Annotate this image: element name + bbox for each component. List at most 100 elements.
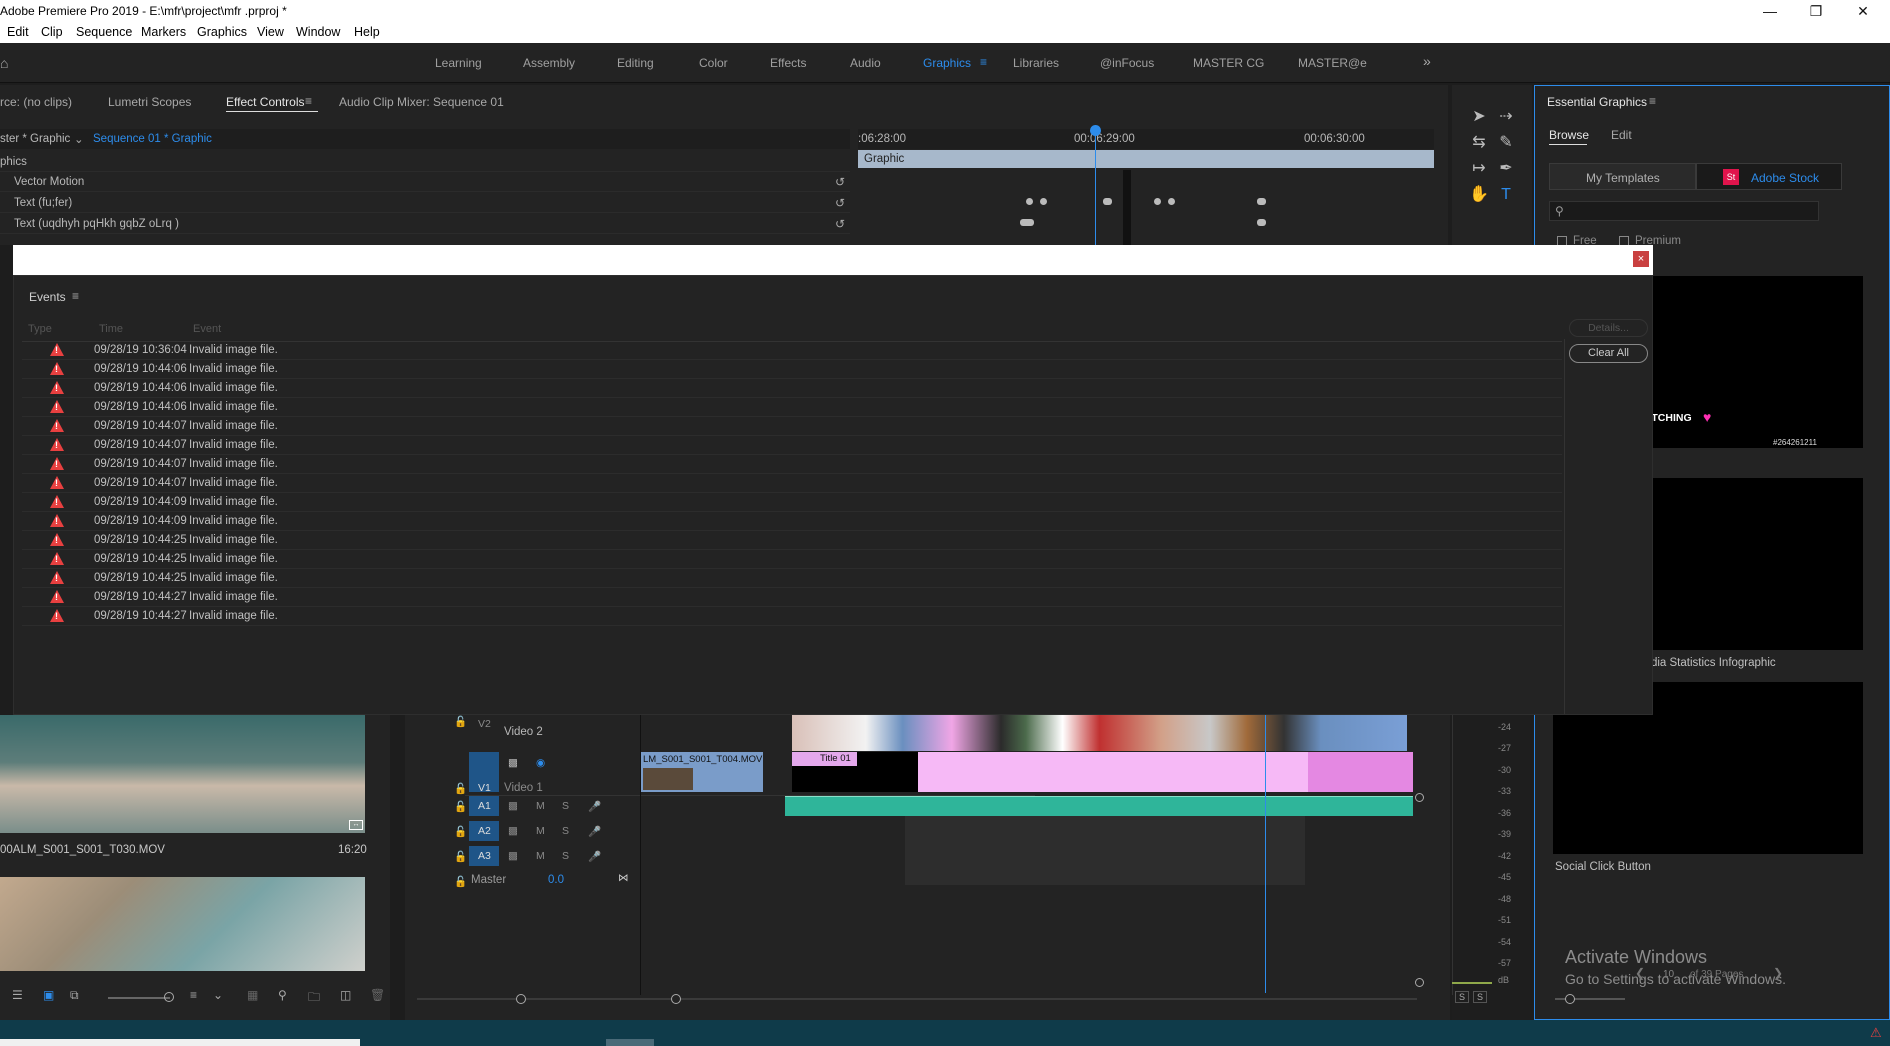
freeform-view-icon[interactable]: ⧉ bbox=[70, 988, 79, 1003]
clear-all-button[interactable]: Clear All bbox=[1569, 344, 1648, 363]
workspace-audio[interactable]: Audio bbox=[850, 56, 881, 70]
playhead[interactable] bbox=[1095, 125, 1096, 245]
minimize-icon[interactable]: — bbox=[1747, 0, 1793, 22]
lock-icon[interactable]: 🔓 bbox=[454, 825, 467, 838]
workspace-libraries[interactable]: Libraries bbox=[1013, 56, 1059, 70]
list-item[interactable]: 09/28/19 10:44:09Invalid image file. bbox=[22, 512, 1562, 531]
workspace-master-e[interactable]: MASTER@e bbox=[1298, 56, 1367, 70]
effect-timeline-ruler[interactable]: :06:28:00 00:06:29:00 00:06:30:00 bbox=[858, 129, 1434, 149]
audio-clip-a1[interactable] bbox=[785, 796, 1413, 816]
list-item[interactable]: 09/28/19 10:44:07Invalid image file. bbox=[22, 455, 1562, 474]
clip-title-black[interactable]: Title 01 bbox=[792, 752, 918, 792]
zoom-slider[interactable] bbox=[108, 997, 170, 999]
eye-hidden-icon[interactable]: ◉ bbox=[536, 757, 545, 769]
list-item[interactable]: 09/28/19 10:44:27Invalid image file. bbox=[22, 607, 1562, 626]
menu-graphics[interactable]: Graphics bbox=[197, 25, 247, 39]
column-header[interactable]: Time bbox=[99, 323, 123, 335]
timeline-playhead[interactable] bbox=[1265, 715, 1266, 993]
menu-edit[interactable]: Edit bbox=[7, 25, 29, 39]
solo-button[interactable]: S bbox=[562, 850, 569, 862]
title-clip-selected[interactable] bbox=[1308, 752, 1413, 792]
selection-tool-icon[interactable]: ➤ bbox=[1469, 107, 1489, 127]
pen-tool-icon[interactable]: ✒ bbox=[1496, 159, 1516, 179]
list-item[interactable]: 09/28/19 10:44:06Invalid image file. bbox=[22, 379, 1562, 398]
automate-icon[interactable]: ▦ bbox=[247, 988, 258, 1002]
sync-lock-icon[interactable]: ▩ bbox=[508, 800, 518, 812]
list-view-icon[interactable]: ☰ bbox=[12, 988, 23, 1002]
scrollbar-handle-right[interactable] bbox=[671, 994, 681, 1004]
workspace-editing[interactable]: Editing bbox=[617, 56, 654, 70]
mute-button[interactable]: M bbox=[536, 800, 545, 812]
slider-handle[interactable] bbox=[164, 992, 174, 1002]
keyframe[interactable] bbox=[1020, 219, 1034, 226]
tab-source[interactable]: rce: (no clips) bbox=[0, 95, 72, 109]
workspace-graphics[interactable]: Graphics bbox=[923, 56, 971, 70]
search-icon[interactable]: ⚲ bbox=[278, 988, 287, 1002]
my-templates-button[interactable]: My Templates bbox=[1549, 163, 1696, 190]
keyframe[interactable] bbox=[1040, 198, 1047, 205]
scroll-handle[interactable] bbox=[1415, 793, 1424, 802]
solo-button[interactable]: S bbox=[562, 825, 569, 837]
list-item[interactable]: 09/28/19 10:36:04Invalid image file. bbox=[22, 341, 1562, 360]
workspace-master-cg[interactable]: MASTER CG bbox=[1193, 56, 1264, 70]
tab-audio-clip-mixer[interactable]: Audio Clip Mixer: Sequence 01 bbox=[339, 95, 504, 109]
list-item[interactable]: 09/28/19 10:44:07Invalid image file. bbox=[22, 436, 1562, 455]
solo-right-button[interactable]: S bbox=[1473, 991, 1487, 1003]
workspace-color[interactable]: Color bbox=[699, 56, 728, 70]
reset-icon[interactable]: ↺ bbox=[835, 175, 845, 189]
list-item[interactable]: 09/28/19 10:44:09Invalid image file. bbox=[22, 493, 1562, 512]
effect-row[interactable]: Vector Motion bbox=[0, 172, 850, 192]
search-input[interactable]: ⚲ bbox=[1549, 201, 1819, 221]
sort-icon[interactable]: ≡ bbox=[190, 988, 197, 1002]
graphic-clip-bar[interactable]: Graphic bbox=[858, 150, 1434, 168]
more-workspaces-icon[interactable]: » bbox=[1423, 53, 1431, 69]
lock-icon[interactable]: 🔓 bbox=[454, 715, 467, 728]
list-item[interactable]: 09/28/19 10:44:25Invalid image file. bbox=[22, 550, 1562, 569]
close-icon[interactable]: × bbox=[1633, 251, 1649, 267]
tab-effect-controls[interactable]: Effect Controls bbox=[226, 95, 304, 109]
mic-icon[interactable]: 🎤 bbox=[588, 850, 601, 863]
type-tool-icon[interactable]: T bbox=[1496, 185, 1516, 205]
effect-row[interactable]: Text (fu;fer) bbox=[0, 193, 850, 213]
track-target[interactable]: V2 bbox=[478, 718, 491, 730]
keyframe[interactable] bbox=[1103, 198, 1112, 205]
solo-button[interactable]: S bbox=[562, 800, 569, 812]
keyframe[interactable] bbox=[1257, 198, 1266, 205]
column-header[interactable]: Event bbox=[193, 323, 221, 335]
tab-edit[interactable]: Edit bbox=[1611, 128, 1632, 142]
list-item[interactable]: 09/28/19 10:44:06Invalid image file. bbox=[22, 360, 1562, 379]
ripple-edit-icon[interactable]: ⇆ bbox=[1469, 133, 1489, 153]
timeline-scrollbar[interactable] bbox=[417, 998, 1417, 1000]
mic-icon[interactable]: 🎤 bbox=[588, 800, 601, 813]
chevron-down-icon[interactable]: ⌄ bbox=[74, 132, 84, 146]
mute-button[interactable]: M bbox=[536, 825, 545, 837]
sync-lock-icon[interactable]: ▩ bbox=[508, 850, 518, 862]
keyframe[interactable] bbox=[1026, 198, 1033, 205]
list-item[interactable]: 09/28/19 10:44:07Invalid image file. bbox=[22, 417, 1562, 436]
scrollbar-handle-left[interactable] bbox=[516, 994, 526, 1004]
workspace-learning[interactable]: Learning bbox=[435, 56, 482, 70]
column-header[interactable]: Type bbox=[28, 323, 52, 335]
lock-icon[interactable]: 🔓 bbox=[454, 800, 467, 813]
solo-left-button[interactable]: S bbox=[1455, 991, 1469, 1003]
menu-markers[interactable]: Markers bbox=[141, 25, 186, 39]
restore-icon[interactable]: ❐ bbox=[1793, 0, 1839, 22]
menu-help[interactable]: Help bbox=[354, 25, 380, 39]
track-select-icon[interactable]: ⇢ bbox=[1496, 107, 1516, 127]
playhead-handle[interactable] bbox=[1090, 125, 1101, 136]
icon-view-icon[interactable]: ▣ bbox=[43, 988, 54, 1002]
list-item[interactable]: 09/28/19 10:44:07Invalid image file. bbox=[22, 474, 1562, 493]
list-item[interactable]: 09/28/19 10:44:25Invalid image file. bbox=[22, 569, 1562, 588]
sequence-clip-label[interactable]: Sequence 01 * Graphic bbox=[93, 133, 212, 145]
hand-tool-icon[interactable]: ✋ bbox=[1469, 185, 1489, 205]
title-clip[interactable] bbox=[918, 752, 1308, 792]
panel-menu-icon[interactable]: ≡ bbox=[72, 289, 79, 303]
list-item[interactable]: 09/28/19 10:44:06Invalid image file. bbox=[22, 398, 1562, 417]
menu-window[interactable]: Window bbox=[296, 25, 340, 39]
master-end-icon[interactable]: ⋈ bbox=[618, 872, 629, 884]
slider-handle[interactable] bbox=[1565, 994, 1575, 1004]
v2-clips[interactable] bbox=[792, 715, 1407, 751]
clip-mov[interactable]: LM_S001_S001_T004.MOV bbox=[641, 752, 763, 792]
reset-icon[interactable]: ↺ bbox=[835, 196, 845, 210]
razor-icon[interactable]: ✎ bbox=[1496, 133, 1516, 153]
